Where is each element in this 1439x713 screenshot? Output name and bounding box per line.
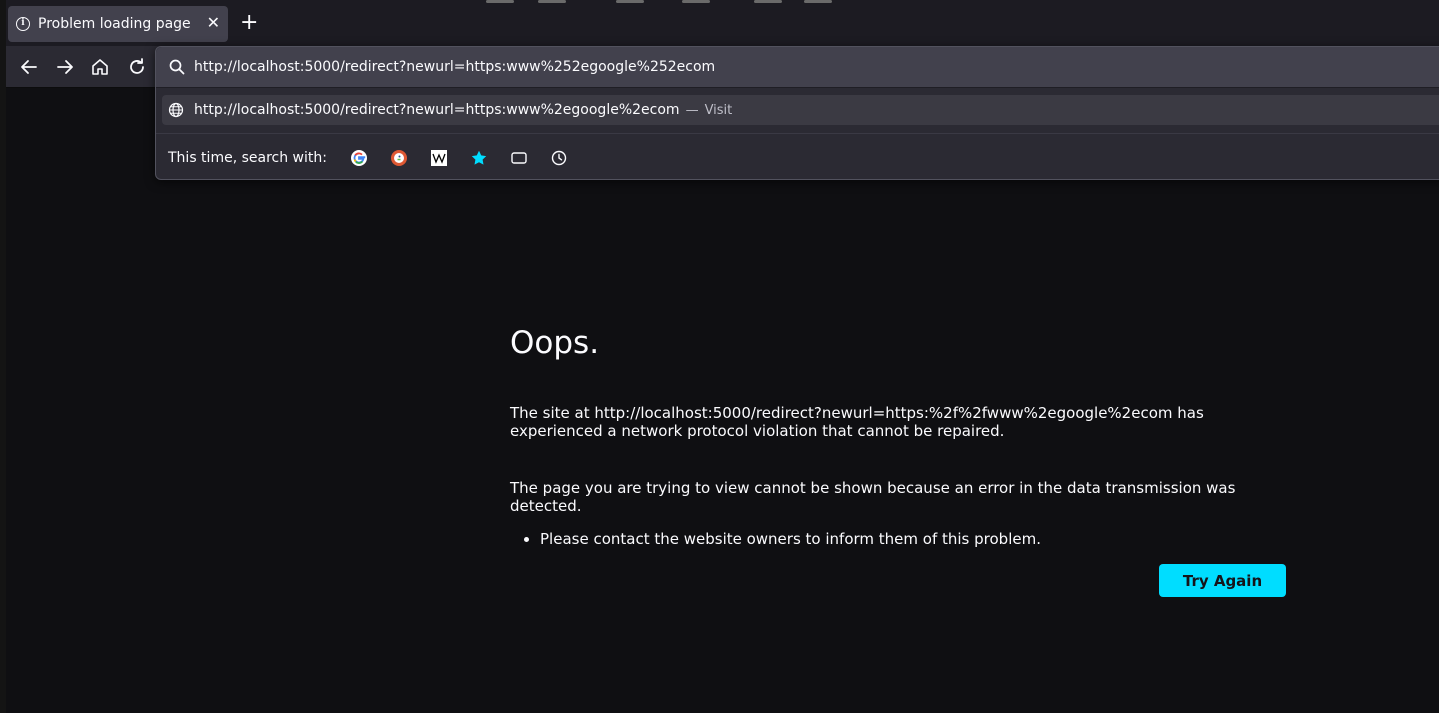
search-with-bar: This time, search with:	[168, 147, 589, 169]
list-item: Please contact the website owners to inf…	[540, 529, 1290, 549]
bookmarks-star-icon[interactable]	[469, 148, 489, 168]
tab-title: Problem loading page	[38, 16, 191, 32]
address-bar[interactable]	[156, 47, 1439, 87]
error-detail: The page you are trying to view cannot b…	[510, 479, 1236, 515]
url-dropdown: http://localhost:5000/redirect?newurl=ht…	[155, 46, 1439, 180]
error-title: Oops.	[510, 325, 600, 361]
wikipedia-icon[interactable]	[429, 148, 449, 168]
suggestion-url: http://localhost:5000/redirect?newurl=ht…	[194, 102, 680, 118]
error-page-content: Oops. The site at http://localhost:5000/…	[510, 320, 1290, 597]
globe-icon	[168, 102, 184, 118]
search-icon	[168, 58, 186, 76]
home-icon[interactable]	[89, 56, 111, 78]
duckduckgo-icon[interactable]	[389, 148, 409, 168]
search-engine-list	[349, 148, 589, 168]
url-input[interactable]	[194, 56, 1094, 78]
tab-strip-decoration	[486, 0, 846, 4]
error-description: The site at http://localhost:5000/redire…	[510, 404, 1204, 440]
suggestion-separator: —	[685, 102, 699, 118]
try-again-button[interactable]: Try Again	[1159, 564, 1286, 597]
url-suggestion-row[interactable]: http://localhost:5000/redirect?newurl=ht…	[162, 95, 1439, 125]
tab-strip: i Problem loading page ✕ +	[6, 0, 1439, 46]
tab-problem-loading-page[interactable]: i Problem loading page ✕	[8, 6, 228, 42]
back-arrow-icon[interactable]	[18, 56, 40, 78]
tabs-icon[interactable]	[509, 148, 529, 168]
search-with-label: This time, search with:	[168, 150, 327, 166]
url-divider	[156, 87, 1439, 88]
reload-icon[interactable]	[126, 56, 148, 78]
google-icon[interactable]	[349, 148, 369, 168]
error-suggestions: Please contact the website owners to inf…	[510, 529, 1290, 549]
history-icon[interactable]	[549, 148, 569, 168]
suggestion-action: Visit	[704, 102, 733, 118]
window-edge	[0, 0, 6, 713]
info-icon: i	[16, 17, 30, 31]
new-tab-button[interactable]: +	[240, 12, 258, 34]
search-with-divider	[156, 133, 1439, 134]
forward-arrow-icon[interactable]	[54, 56, 76, 78]
close-tab-icon[interactable]: ✕	[207, 14, 220, 32]
